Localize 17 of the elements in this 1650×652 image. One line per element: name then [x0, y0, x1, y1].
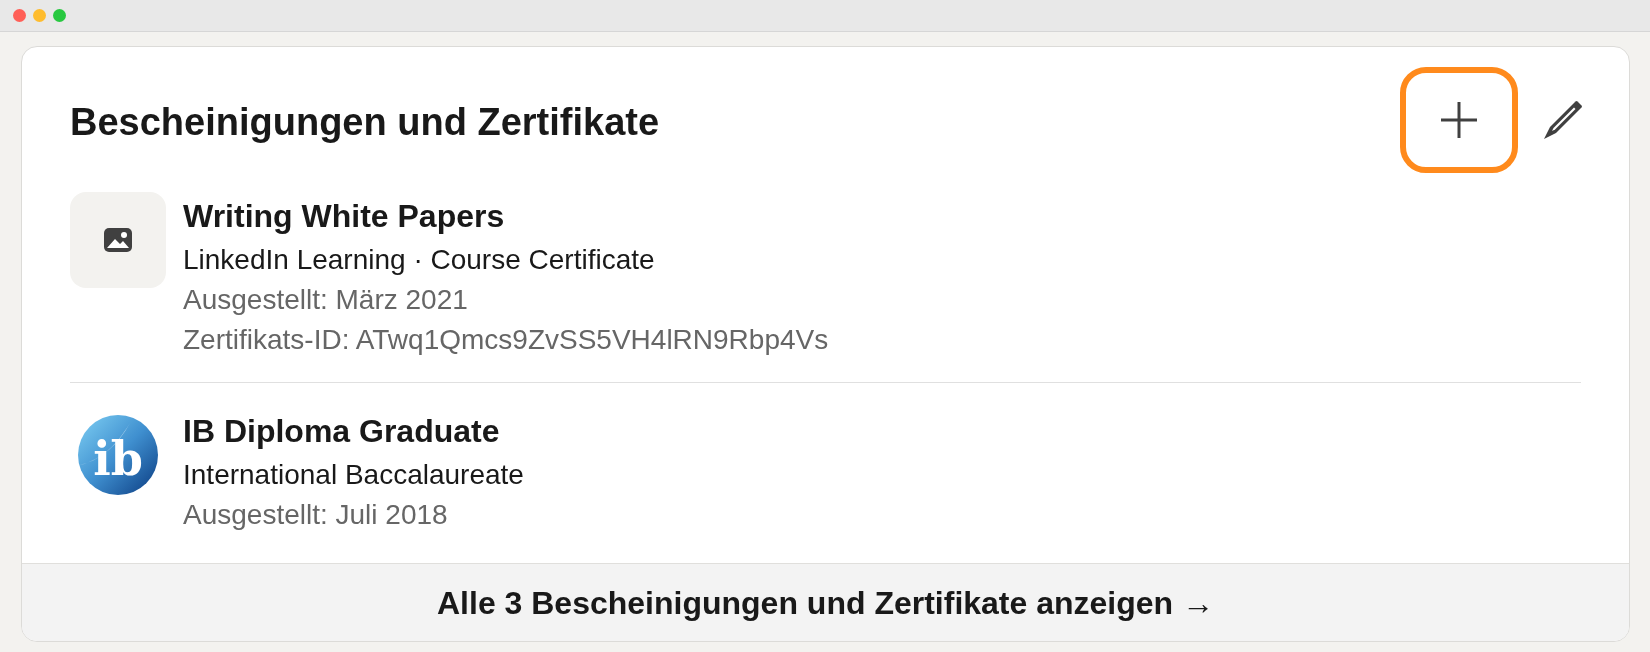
add-button[interactable]: [1400, 67, 1518, 173]
issuer-text: LinkedIn Learning · Course Certificate: [183, 243, 656, 277]
certificate-title: IB Diploma Graduate: [183, 412, 501, 451]
detail-text: Zertifikats-ID: ATwq1Qmcs9ZvSS5VH4lRN9Rbp4Vs: [183, 323, 829, 357]
show-all-button[interactable]: Alle 3 Bescheinigungen und Zertifikate anzeigen →: [22, 563, 1629, 641]
minimize-window-button[interactable]: [33, 9, 46, 22]
maximize-window-button[interactable]: [53, 9, 66, 22]
detail-text: Ausgestellt: Juli 2018: [183, 498, 449, 532]
close-window-button[interactable]: [13, 9, 26, 22]
pencil-icon: [1543, 100, 1583, 140]
issuer-text: International Baccalaureate: [183, 458, 524, 492]
certificate-title: Writing White Papers: [183, 197, 506, 236]
emblem-logo: ib: [78, 415, 158, 495]
image-placeholder-icon: [70, 192, 166, 288]
section-title: Bescheinigungen und Zertifikate: [70, 100, 660, 145]
detail-text: Ausgestellt: März 2021: [183, 283, 469, 317]
plus-icon: [1441, 102, 1477, 138]
